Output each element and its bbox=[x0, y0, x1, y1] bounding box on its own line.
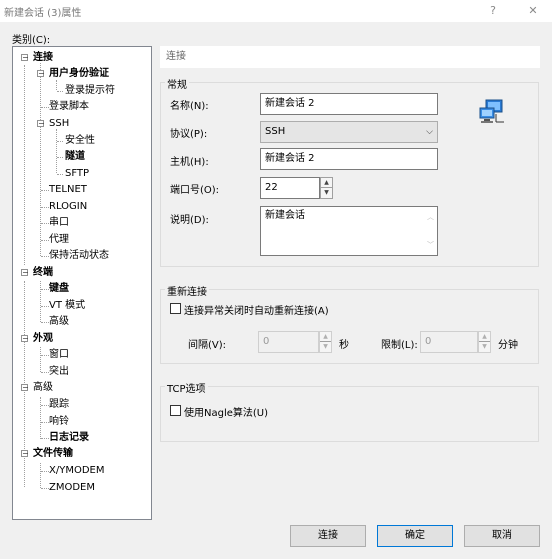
tree-item-rlogin[interactable]: RLOGIN bbox=[49, 200, 87, 214]
interval-spinner[interactable]: ▲ ▼ bbox=[319, 331, 332, 353]
spin-up-icon[interactable]: ▲ bbox=[320, 332, 331, 342]
interval-label: 间隔(V): bbox=[188, 340, 227, 351]
tree-item-security[interactable]: 安全性 bbox=[65, 134, 95, 148]
nagle-checkbox[interactable] bbox=[170, 405, 181, 416]
close-button[interactable]: ✕ bbox=[520, 2, 546, 20]
tree-item-zmodem[interactable]: ZMODEM bbox=[49, 481, 95, 495]
tree-item-user-auth[interactable]: 用户身份验证 bbox=[49, 67, 109, 81]
tree-item-terminal-advanced[interactable]: 高级 bbox=[49, 315, 69, 329]
collapse-icon[interactable]: − bbox=[37, 120, 45, 128]
limit-spinner[interactable]: ▲ ▼ bbox=[478, 331, 491, 353]
auto-reconnect-checkbox[interactable] bbox=[170, 303, 181, 314]
chevron-down-icon: ⌵ bbox=[426, 127, 433, 137]
cancel-button[interactable]: 取消 bbox=[464, 525, 540, 547]
limit-label: 限制(L): bbox=[381, 340, 418, 351]
limit-unit: 分钟 bbox=[498, 340, 518, 351]
limit-input[interactable]: 0 bbox=[420, 331, 478, 353]
auto-reconnect-label: 连接异常关闭时自动重新连接(A) bbox=[184, 306, 329, 317]
name-input[interactable]: 新建会话 2 bbox=[260, 93, 438, 115]
spin-down-icon[interactable]: ▼ bbox=[321, 188, 332, 198]
interval-unit: 秒 bbox=[339, 340, 349, 351]
connect-button[interactable]: 连接 bbox=[290, 525, 366, 547]
tree-item-xymodem[interactable]: X/YMODEM bbox=[49, 464, 104, 478]
tree-item-login-scripts[interactable]: 登录脚本 bbox=[49, 100, 89, 114]
description-value: 新建会话 bbox=[265, 210, 305, 221]
port-spinner[interactable]: ▲ ▼ bbox=[320, 177, 333, 199]
reconnect-group-title: 重新连接 bbox=[165, 283, 209, 298]
tree-item-proxy[interactable]: 代理 bbox=[49, 233, 69, 247]
network-computer-icon bbox=[479, 99, 504, 123]
host-input[interactable]: 新建会话 2 bbox=[260, 148, 438, 170]
category-tree[interactable]: 连接 − 用户身份验证 − 登录提示符 登录脚本 SSH − 安全性 隧道 SF… bbox=[12, 46, 152, 520]
tree-item-keep-alive[interactable]: 保持活动状态 bbox=[49, 249, 109, 263]
port-label: 端口号(O): bbox=[170, 185, 220, 196]
port-input[interactable]: 22 bbox=[260, 177, 320, 199]
interval-input[interactable]: 0 bbox=[258, 331, 319, 353]
description-textarea[interactable]: 新建会话 ︿ ﹀ bbox=[260, 206, 438, 256]
protocol-select[interactable]: SSH ⌵ bbox=[260, 121, 438, 143]
scroll-down-icon[interactable]: ﹀ bbox=[427, 236, 434, 254]
tree-item-logging[interactable]: 日志记录 bbox=[49, 431, 89, 445]
tree-item-ssh[interactable]: SSH bbox=[49, 117, 69, 131]
tree-item-window[interactable]: 窗口 bbox=[49, 348, 69, 362]
protocol-label: 协议(P): bbox=[170, 129, 208, 140]
collapse-icon[interactable]: − bbox=[21, 450, 29, 458]
tree-item-appearance[interactable]: 外观 bbox=[33, 332, 53, 346]
tcp-group-title: TCP选项 bbox=[165, 380, 208, 395]
general-group-title: 常规 bbox=[165, 76, 189, 91]
spin-down-icon[interactable]: ▼ bbox=[320, 342, 331, 352]
name-label: 名称(N): bbox=[170, 101, 209, 112]
spin-down-icon[interactable]: ▼ bbox=[479, 342, 490, 352]
tree-item-bell[interactable]: 响铃 bbox=[49, 415, 69, 429]
tree-item-terminal[interactable]: 终端 bbox=[33, 266, 53, 280]
collapse-icon[interactable]: − bbox=[21, 54, 29, 62]
spin-up-icon[interactable]: ▲ bbox=[321, 178, 332, 188]
tree-item-telnet[interactable]: TELNET bbox=[49, 183, 87, 197]
tree-item-advanced[interactable]: 高级 bbox=[33, 381, 53, 395]
tree-item-trace[interactable]: 跟踪 bbox=[49, 398, 69, 412]
tree-item-vt-modes[interactable]: VT 模式 bbox=[49, 299, 85, 313]
category-label: 类别(C): bbox=[12, 35, 51, 46]
protocol-value: SSH bbox=[265, 126, 286, 137]
collapse-icon[interactable]: − bbox=[21, 335, 29, 343]
host-label: 主机(H): bbox=[170, 157, 209, 168]
tree-item-connection[interactable]: 连接 bbox=[33, 51, 53, 65]
tree-item-keyboard[interactable]: 键盘 bbox=[49, 282, 69, 296]
panel-header: 连接 bbox=[160, 46, 540, 68]
collapse-icon[interactable]: − bbox=[21, 269, 29, 277]
spin-up-icon[interactable]: ▲ bbox=[479, 332, 490, 342]
ok-button[interactable]: 确定 bbox=[377, 525, 453, 547]
scroll-up-icon[interactable]: ︿ bbox=[427, 208, 434, 226]
help-button[interactable]: ? bbox=[480, 2, 506, 20]
collapse-icon[interactable]: − bbox=[21, 384, 29, 392]
tree-item-sftp[interactable]: SFTP bbox=[65, 167, 89, 181]
collapse-icon[interactable]: − bbox=[37, 70, 45, 78]
window-title: 新建会话 (3)属性 bbox=[4, 8, 82, 19]
title-bar: 新建会话 (3)属性 ? ✕ bbox=[0, 0, 552, 22]
tree-item-tunneling[interactable]: 隧道 bbox=[65, 150, 85, 164]
tree-item-file-transfer[interactable]: 文件传输 bbox=[33, 447, 73, 461]
tree-item-serial[interactable]: 串口 bbox=[49, 216, 69, 230]
description-label: 说明(D): bbox=[170, 215, 209, 226]
nagle-label: 使用Nagle算法(U) bbox=[184, 408, 269, 419]
tree-item-login-prompts[interactable]: 登录提示符 bbox=[65, 84, 115, 98]
tree-item-highlight[interactable]: 突出 bbox=[49, 365, 69, 379]
